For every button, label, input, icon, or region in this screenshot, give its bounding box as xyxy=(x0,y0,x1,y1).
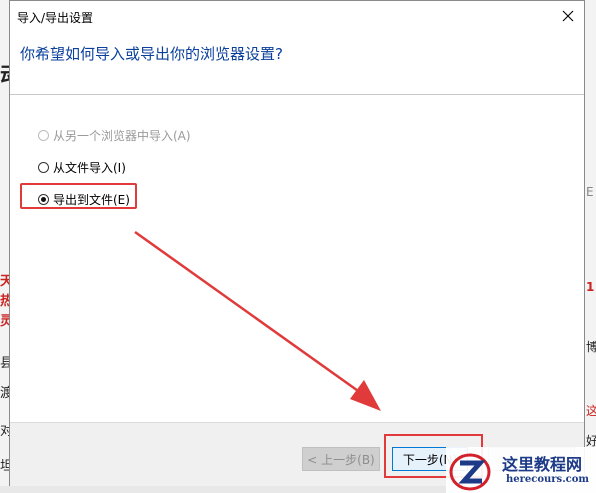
bg-text-fragment: 灵 xyxy=(0,314,9,329)
dialog-title: 导入/导出设置 xyxy=(17,11,94,25)
bg-text-fragment: 1 xyxy=(586,280,595,294)
radio-button[interactable] xyxy=(38,129,49,141)
option-label: 从文件导入(I) xyxy=(53,160,126,175)
bg-text-fragment: 博 xyxy=(586,340,596,354)
background-page-right: E 1 博 这 好 xyxy=(585,0,596,493)
option-import-file[interactable]: 从文件导入(I) xyxy=(38,157,126,177)
radio-button[interactable] xyxy=(38,193,49,205)
option-export-file[interactable]: 导出到文件(E) xyxy=(38,189,130,209)
watermark: 这里教程网 herecours.com xyxy=(446,447,596,493)
close-icon xyxy=(562,10,574,22)
bg-text-fragment: 坦 xyxy=(0,459,9,474)
bg-text-fragment: 渡 xyxy=(0,386,9,401)
back-button[interactable]: < 上一步(B) xyxy=(302,447,380,471)
bg-text-fragment: 动 xyxy=(0,58,9,90)
close-button[interactable] xyxy=(554,3,582,29)
bg-text-fragment: E xyxy=(586,185,594,199)
bg-text-fragment: 县 xyxy=(0,356,9,371)
bg-text-fragment: 天 xyxy=(0,274,9,289)
background-page-left: 动 天 热 灵 县 渡 对 坦 xyxy=(0,0,9,493)
bg-text-fragment: 这 xyxy=(586,404,596,418)
bg-text-fragment: 对 xyxy=(0,424,9,439)
option-label: 从另一个浏览器中导入(A) xyxy=(53,128,191,143)
bg-text-fragment: 热 xyxy=(0,294,9,309)
option-label: 导出到文件(E) xyxy=(53,192,130,207)
dialog-header: 你希望如何导入或导出你的浏览器设置? xyxy=(10,31,584,95)
radio-button[interactable] xyxy=(38,161,49,173)
watermark-site: herecours.com xyxy=(506,474,590,485)
title-bar[interactable]: 导入/导出设置 xyxy=(10,1,584,31)
watermark-name: 这里教程网 xyxy=(502,455,583,474)
option-import-browser[interactable]: 从另一个浏览器中导入(A) xyxy=(38,125,191,145)
watermark-logo-icon xyxy=(449,453,491,491)
import-export-dialog: 导入/导出设置 你希望如何导入或导出你的浏览器设置? 从另一个浏览器中导入(A)… xyxy=(9,0,585,486)
options-panel: 从另一个浏览器中导入(A) 从文件导入(I) 导出到文件(E) xyxy=(10,95,584,421)
dialog-question: 你希望如何导入或导出你的浏览器设置? xyxy=(20,45,283,63)
